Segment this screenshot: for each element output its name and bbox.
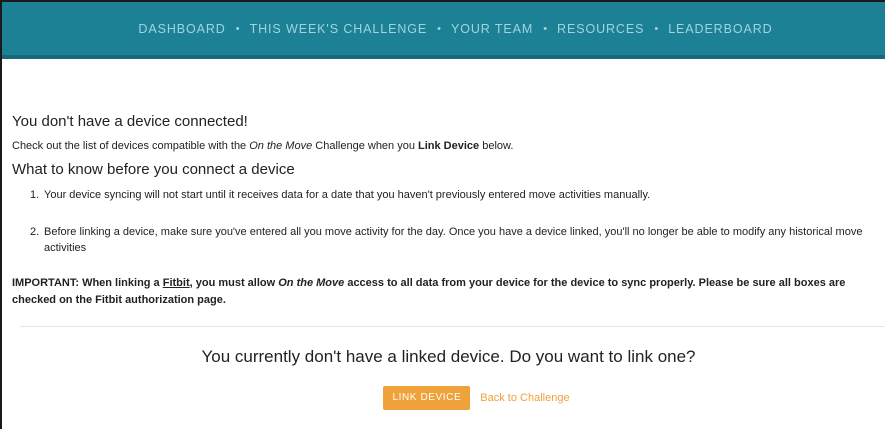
nav-separator: •: [543, 22, 548, 35]
intro-part: Challenge when you: [312, 140, 419, 152]
important-notice: IMPORTANT: When linking a Fitbit, you mu…: [12, 275, 875, 309]
step-number: 1.: [30, 189, 40, 201]
no-device-heading: You don't have a device connected!: [12, 113, 248, 130]
list-item: 1. Your device syncing will not start un…: [30, 187, 885, 203]
link-device-emphasis: Link Device: [418, 140, 480, 152]
fitbit-link[interactable]: Fitbit: [163, 277, 190, 289]
intro-part: Check out the list of devices compatible…: [12, 140, 250, 152]
step-text: Before linking a device, make sure you'v…: [44, 226, 863, 254]
list-item: 2. Before linking a device, make sure yo…: [30, 224, 885, 256]
divider: [20, 326, 885, 327]
step-number: 2.: [30, 226, 40, 238]
nav-separator: •: [654, 22, 659, 35]
link-device-button[interactable]: LINK DEVICE: [383, 386, 471, 410]
nav-separator: •: [437, 22, 441, 35]
intro-part: below.: [479, 140, 514, 152]
nav-your-team[interactable]: YOUR TEAM: [451, 22, 533, 36]
back-to-challenge-link[interactable]: Back to Challenge: [480, 392, 569, 404]
challenge-name: On the Move: [249, 140, 313, 152]
steps-list: 1. Your device syncing will not start un…: [30, 187, 885, 277]
important-part: IMPORTANT: When linking a: [12, 277, 163, 289]
nav-separator: •: [235, 22, 240, 35]
nav-dashboard[interactable]: DASHBOARD: [138, 22, 225, 36]
important-part: , you must allow: [189, 277, 279, 289]
nav-leaderboard[interactable]: LEADERBOARD: [668, 22, 772, 36]
nav-resources[interactable]: RESOURCES: [557, 22, 644, 36]
intro-text: Check out the list of devices compatible…: [12, 140, 513, 152]
step-text: Your device syncing will not start until…: [44, 189, 651, 201]
link-device-question: You currently don't have a linked device…: [201, 347, 696, 366]
page-frame: DASHBOARD • THIS WEEK'S CHALLENGE • YOUR…: [0, 0, 885, 429]
what-to-know-heading: What to know before you connect a device: [12, 161, 295, 178]
app-name: On the Move: [278, 277, 345, 289]
actions-row: LINK DEVICE Back to Challenge: [12, 386, 885, 410]
nav-this-weeks-challenge[interactable]: THIS WEEK'S CHALLENGE: [250, 22, 428, 36]
top-nav: DASHBOARD • THIS WEEK'S CHALLENGE • YOUR…: [2, 2, 885, 59]
